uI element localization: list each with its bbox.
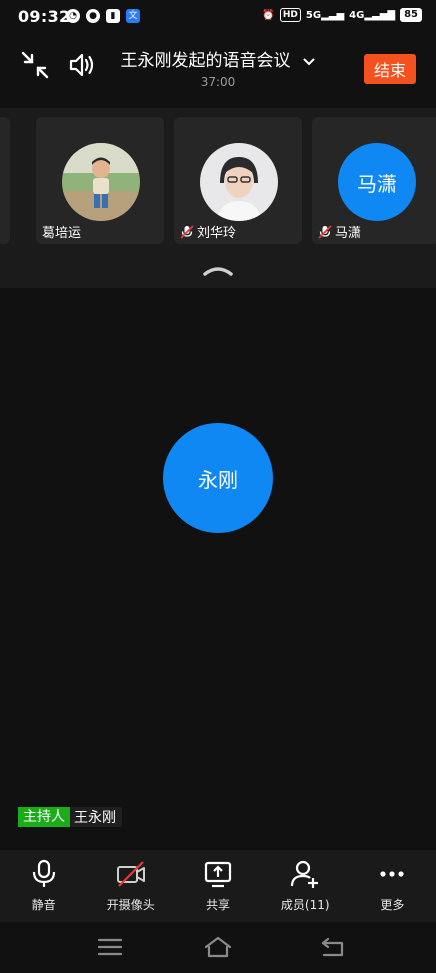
meeting-screen: 09:32 ◔ ● ▮ 文 ⏰ HD 5G▂▃▅ 4G▂▃▅▇ 85 王永刚发起… [0,0,436,973]
status-notification-icons: ◔ ● ▮ 文 [66,9,140,23]
microphone-icon [32,859,55,887]
participant-name: 马潇 [318,222,361,241]
participant-tile-partial[interactable] [0,117,10,244]
add-member-icon [291,860,319,888]
more-dots-icon [380,871,405,877]
meeting-title: 王永刚发起的语音会议 [120,51,291,71]
home-icon[interactable] [203,934,233,960]
more-button[interactable]: 更多 [349,850,436,922]
woman-photo-avatar [200,143,278,221]
signal-5g-icon: 5G▂▃▅ [305,9,345,21]
collapse-strip-handle-icon[interactable] [203,264,233,276]
active-speaker-avatar: 永刚 [163,423,273,533]
battery-indicator: 85 [400,8,422,22]
wechat-icon: ● [86,9,100,23]
camera-button[interactable]: 开摄像头 [87,850,174,922]
compass-icon: ◔ [66,9,80,23]
mute-label: 静音 [31,898,56,912]
system-navigation-bar [0,922,436,973]
app-icon: ▮ [106,9,120,23]
camera-off-icon [116,861,145,887]
participant-strip[interactable]: 葛培运 刘华玲 马潇 马潇 [0,108,436,288]
host-label: 主持人 王永刚 [18,807,122,827]
participant-tile[interactable]: 马潇 马潇 [312,117,436,244]
share-label: 共享 [206,898,231,912]
avatar [200,143,278,221]
screen-share-icon [204,861,232,888]
share-button[interactable]: 共享 [174,850,261,922]
mic-muted-icon [180,224,194,239]
signal-4g-icon: 4G▂▃▅▇ [349,9,396,21]
end-meeting-button[interactable]: 结束 [363,54,416,84]
participant-name: 葛培运 [42,226,82,241]
menu-icon[interactable] [95,934,125,960]
members-label: 成员(11) [280,898,330,912]
members-button[interactable]: 成员(11) [262,850,349,922]
status-bar: 09:32 ◔ ● ▮ 文 ⏰ HD 5G▂▃▅ 4G▂▃▅▇ 85 [0,0,436,34]
hd-badge: HD [279,8,301,22]
meeting-header: 王永刚发起的语音会议 37:00 结束 [0,36,436,96]
alarm-icon: ⏰ [262,9,275,21]
more-label: 更多 [380,898,405,912]
participant-tile[interactable]: 葛培运 [36,117,164,244]
translate-icon: 文 [126,9,140,23]
meeting-toolbar: 静音 开摄像头 共享 成员(11) 更多 [0,850,436,922]
host-name: 王永刚 [74,810,116,826]
status-time: 09:32 [18,7,71,26]
child-photo-avatar [62,143,140,221]
status-system-icons: ⏰ HD 5G▂▃▅ 4G▂▃▅▇ 85 [262,8,422,22]
camera-label: 开摄像头 [106,898,155,912]
mute-button[interactable]: 静音 [0,850,87,922]
mic-muted-icon [318,224,332,239]
participant-tile[interactable]: 刘华玲 [174,117,302,244]
host-badge: 主持人 [18,807,70,827]
avatar [62,143,140,221]
back-icon[interactable] [318,934,348,960]
chevron-down-icon [302,57,315,65]
participant-name: 刘华玲 [180,222,236,241]
avatar: 马潇 [338,143,416,221]
